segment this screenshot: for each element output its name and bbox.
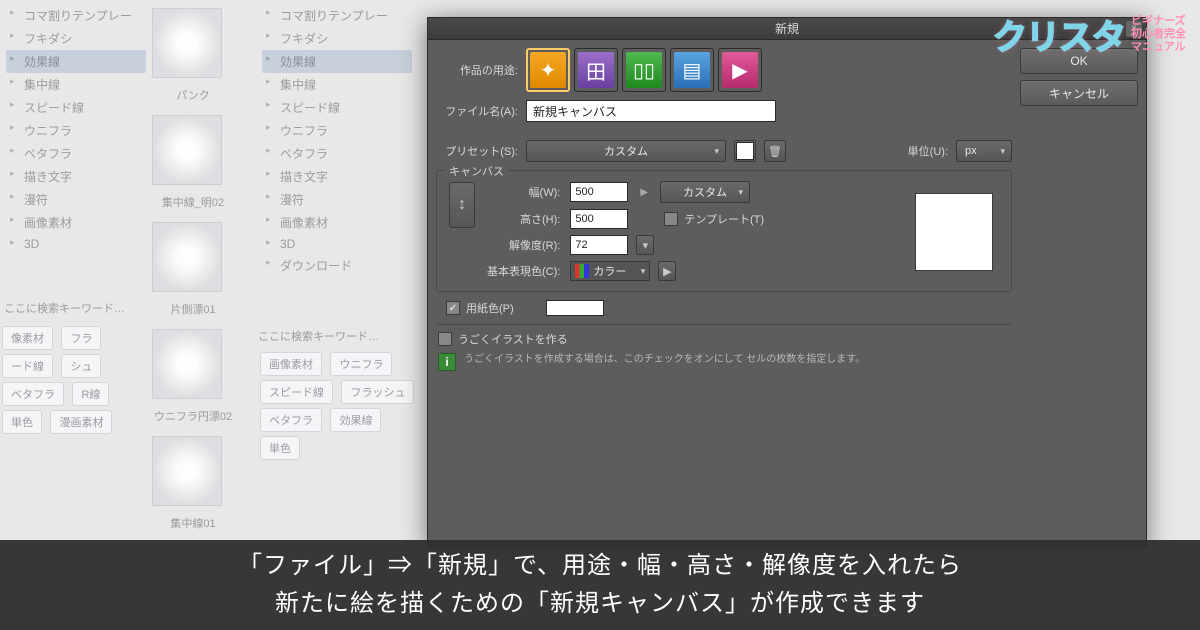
tree-item: スピード線 bbox=[262, 96, 412, 119]
resolution-label: 解像度(R): bbox=[487, 237, 560, 253]
purpose-print[interactable]: ▤ bbox=[670, 48, 714, 92]
logo-main: クリスタ bbox=[993, 10, 1125, 59]
purpose-label: 作品の用途: bbox=[436, 62, 518, 78]
tree-item: ベタフラ bbox=[262, 142, 412, 165]
width-label: 幅(W): bbox=[487, 184, 560, 200]
bg-tree-left: コマ割りテンプレー フキダシ 効果線 集中線 スピード線 ウニフラ ベタフラ 描… bbox=[6, 4, 146, 254]
canvas-group-title: キャンバス bbox=[445, 163, 508, 179]
tree-item: 3D bbox=[262, 234, 412, 254]
thumb bbox=[152, 8, 222, 78]
tree-item: 描き文字 bbox=[6, 165, 146, 188]
resolution-input[interactable] bbox=[570, 235, 628, 255]
tree-item: 描き文字 bbox=[262, 165, 412, 188]
bg-tags-left: 像素材 フラ ード線 シュ ベタフラ R線 単色 漫画素材 bbox=[0, 324, 140, 436]
bg-search-label2: ここに検索キーワード… bbox=[258, 328, 379, 344]
width-input[interactable] bbox=[570, 182, 628, 202]
preset-label: プリセット(S): bbox=[436, 143, 518, 159]
purpose-book[interactable]: ▯▯ bbox=[622, 48, 666, 92]
info-text: うごくイラストを作成する場合は、このチェックをオンにして セルの枚数を指定します… bbox=[464, 353, 865, 367]
canvas-preview bbox=[915, 193, 993, 271]
thumb bbox=[152, 329, 222, 399]
bg-tags-right: 画像素材 ウニフラ スピード線 フラッシュ ベタフラ 効果線 単色 bbox=[258, 350, 418, 462]
colormode-dropdown[interactable]: カラー bbox=[570, 261, 650, 281]
paper-row: 用紙色(P) bbox=[436, 300, 1012, 316]
new-canvas-dialog: 新規 × 作品の用途: ✦ 田 ▯▯ ▤ ▶ ファイル名(A): プリセット(S… bbox=[427, 17, 1147, 547]
preset-swatch-button[interactable] bbox=[734, 140, 756, 162]
tree-item: フキダシ bbox=[6, 27, 146, 50]
preset-dropdown[interactable]: カスタム bbox=[526, 140, 726, 162]
purpose-row: 作品の用途: ✦ 田 ▯▯ ▤ ▶ bbox=[436, 48, 1012, 92]
filename-label: ファイル名(A): bbox=[436, 103, 518, 119]
colormode-label: 基本表現色(C): bbox=[487, 263, 560, 279]
colormode-expand-icon[interactable]: ▶ bbox=[658, 261, 676, 281]
filename-input[interactable] bbox=[526, 100, 776, 122]
thumb bbox=[152, 436, 222, 506]
height-label: 高さ(H): bbox=[487, 211, 560, 227]
tree-item: フキダシ bbox=[262, 27, 412, 50]
tree-item: ダウンロード bbox=[262, 254, 412, 277]
logo: クリスタ ビギナーズ 初心者完全 マニュアル bbox=[993, 10, 1186, 59]
swap-wh-icon[interactable]: ↕ bbox=[449, 182, 475, 228]
color-bars-icon bbox=[575, 264, 589, 278]
tree-item: 集中線 bbox=[262, 73, 412, 96]
height-input[interactable] bbox=[570, 209, 628, 229]
purpose-comic[interactable]: 田 bbox=[574, 48, 618, 92]
tree-item: 効果線 bbox=[6, 50, 146, 73]
template-label: テンプレート(T) bbox=[684, 211, 764, 227]
cancel-button[interactable]: キャンセル bbox=[1020, 80, 1138, 106]
caption-line1: 「ファイル」⇒「新規」で、用途・幅・高さ・解像度を入れたら bbox=[238, 547, 962, 585]
unit-dropdown[interactable]: px bbox=[956, 140, 1012, 162]
bg-thumbs: パンク 集中線_明02 片側漂01 ウニフラ円漂02 集中線01 bbox=[148, 4, 238, 539]
info-icon: i bbox=[438, 353, 456, 371]
thumb bbox=[152, 222, 222, 292]
tree-item: 効果線 bbox=[262, 50, 412, 73]
preset-delete-button[interactable]: 🗑 bbox=[764, 140, 786, 162]
dialog-title: 新規 bbox=[775, 20, 799, 37]
caption-bar: 「ファイル」⇒「新規」で、用途・幅・高さ・解像度を入れたら 新たに絵を描くための… bbox=[0, 540, 1200, 630]
paper-color-swatch[interactable] bbox=[546, 300, 604, 316]
tree-item: コマ割りテンプレー bbox=[262, 4, 412, 27]
bg-tree-mid: コマ割りテンプレー フキダシ 効果線 集中線 スピード線 ウニフラ ベタフラ 描… bbox=[262, 4, 412, 277]
paper-label: 用紙色(P) bbox=[466, 300, 514, 316]
tree-item: ベタフラ bbox=[6, 142, 146, 165]
purpose-animation[interactable]: ▶ bbox=[718, 48, 762, 92]
tree-item: 3D bbox=[6, 234, 146, 254]
moving-row: うごくイラストを作る bbox=[436, 331, 1012, 347]
tree-item: ウニフラ bbox=[262, 119, 412, 142]
logo-sub: ビギナーズ 初心者完全 マニュアル bbox=[1131, 15, 1186, 55]
info-row: i うごくイラストを作成する場合は、このチェックをオンにして セルの枚数を指定し… bbox=[436, 353, 1012, 371]
tree-item: コマ割りテンプレー bbox=[6, 4, 146, 27]
tree-item: 画像素材 bbox=[6, 211, 146, 234]
caption-line2: 新たに絵を描くための「新規キャンバス」が作成できます bbox=[275, 585, 925, 623]
tree-item: 画像素材 bbox=[262, 211, 412, 234]
paper-checkbox[interactable] bbox=[446, 301, 460, 315]
moving-label: うごくイラストを作る bbox=[458, 331, 568, 347]
purpose-illustration[interactable]: ✦ bbox=[526, 48, 570, 92]
preset-row: プリセット(S): カスタム 🗑 単位(U): px bbox=[436, 140, 1012, 162]
tree-item: 漫符 bbox=[6, 188, 146, 211]
template-checkbox[interactable] bbox=[664, 212, 678, 226]
moving-checkbox[interactable] bbox=[438, 332, 452, 346]
size-preset-dropdown[interactable]: カスタム bbox=[660, 181, 750, 203]
filename-row: ファイル名(A): bbox=[436, 100, 1012, 122]
chevron-right-icon: ▶ bbox=[640, 187, 648, 198]
unit-label: 単位(U): bbox=[908, 143, 948, 159]
bg-search-label: ここに検索キーワード… bbox=[4, 300, 125, 316]
tree-item: 集中線 bbox=[6, 73, 146, 96]
tree-item: スピード線 bbox=[6, 96, 146, 119]
canvas-group: キャンバス ↕ 幅(W): ▶ カスタム 高さ(H): bbox=[436, 170, 1012, 292]
tree-item: 漫符 bbox=[262, 188, 412, 211]
resolution-dropdown-icon[interactable]: ▾ bbox=[636, 235, 654, 255]
thumb bbox=[152, 115, 222, 185]
tree-item: ウニフラ bbox=[6, 119, 146, 142]
